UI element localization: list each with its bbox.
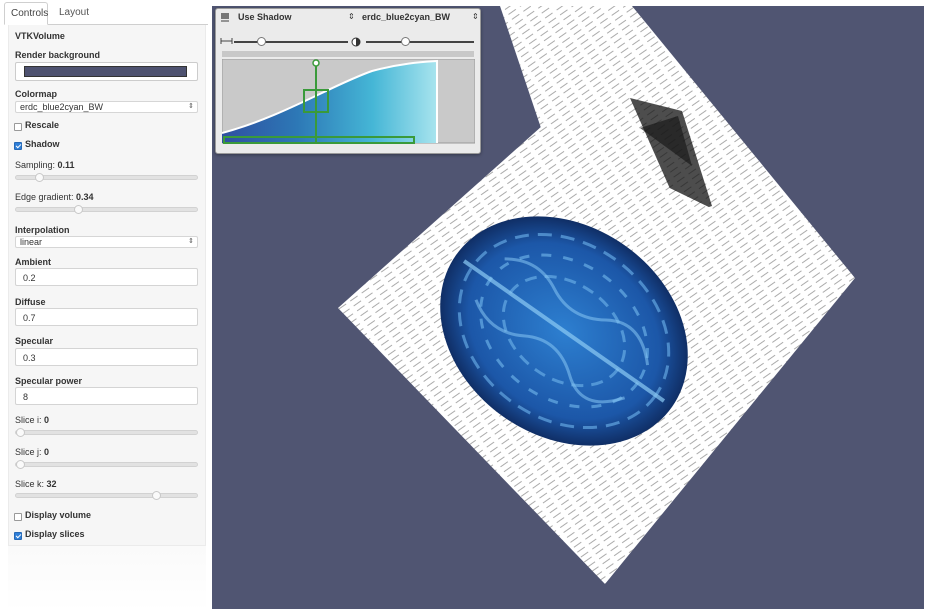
edge-gradient-label: Edge gradient: 0.34 <box>15 192 94 202</box>
tab-bar: Controls Layout <box>4 2 208 26</box>
contrast-icon[interactable] <box>351 37 361 47</box>
shadow-mode-select[interactable]: Use Shadow <box>238 12 292 22</box>
controls-panel: VTKVolume Render background Colormap erd… <box>8 25 206 546</box>
slice-k-label: Slice k: 32 <box>15 479 57 489</box>
select-arrows-icon: ⇕ <box>188 103 194 110</box>
colormap-value: erdc_blue2cyan_BW <box>20 102 104 112</box>
rescale-checkbox[interactable] <box>14 123 22 131</box>
opacity-editor[interactable] <box>222 59 475 147</box>
slider-handle[interactable] <box>16 460 25 469</box>
slider-handle[interactable] <box>74 205 83 214</box>
display-slices-label: Display slices <box>25 529 85 539</box>
sampling-label: Sampling: 0.11 <box>15 160 75 170</box>
interpolation-label: Interpolation <box>15 225 70 235</box>
specular-power-label: Specular power <box>15 376 83 386</box>
histogram-bar <box>222 51 474 57</box>
edge-gradient-value: 0.34 <box>76 192 94 202</box>
control-point-handle[interactable] <box>312 59 320 67</box>
select-arrows-icon[interactable]: ⇕ <box>472 12 479 21</box>
slider-handle[interactable] <box>16 428 25 437</box>
specular-power-input[interactable]: 8 <box>15 387 198 405</box>
shadow-label: Shadow <box>25 139 60 149</box>
interpolation-select[interactable]: linear ⇕ <box>15 236 198 248</box>
preset-select[interactable]: erdc_blue2cyan_BW <box>362 12 450 22</box>
slice-i-label: Slice i: 0 <box>15 415 50 425</box>
slider-handle[interactable] <box>35 173 44 182</box>
colormap-label: Colormap <box>15 89 58 99</box>
panel-title: VTKVolume <box>15 31 65 41</box>
display-slices-checkbox[interactable] <box>14 532 22 540</box>
shadow-checkbox[interactable] <box>14 142 22 150</box>
edge-gradient-slider[interactable] <box>15 205 198 214</box>
tab-layout[interactable]: Layout <box>53 2 93 25</box>
slice-j-slider[interactable] <box>15 460 198 469</box>
diffuse-input[interactable]: 0.7 <box>15 308 198 326</box>
colormap-select[interactable]: erdc_blue2cyan_BW ⇕ <box>15 101 198 113</box>
slider-handle[interactable] <box>257 37 266 46</box>
diffuse-label: Diffuse <box>15 297 46 307</box>
slider-handle[interactable] <box>152 491 161 500</box>
shadow-icon[interactable] <box>220 12 230 22</box>
slice-i-value: 0 <box>44 415 50 425</box>
slice-i-slider[interactable] <box>15 428 198 437</box>
sampling-slider[interactable] <box>15 173 198 182</box>
color-swatch <box>24 66 187 77</box>
select-arrows-icon: ⇕ <box>188 238 194 245</box>
interpolation-value: linear <box>20 237 43 247</box>
rescale-label: Rescale <box>25 120 60 130</box>
render-background-picker[interactable] <box>15 62 198 81</box>
display-volume-checkbox[interactable] <box>14 513 22 521</box>
specular-input[interactable]: 0.3 <box>15 348 198 366</box>
spacing-icon <box>220 38 233 44</box>
display-volume-label: Display volume <box>25 510 92 520</box>
slice-j-label: Slice j: 0 <box>15 447 50 457</box>
range-slider-a[interactable] <box>234 37 348 46</box>
tab-controls[interactable]: Controls <box>4 2 48 25</box>
slider-handle[interactable] <box>401 37 410 46</box>
ambient-label: Ambient <box>15 257 51 267</box>
specular-label: Specular <box>15 336 54 346</box>
select-arrows-icon[interactable]: ⇕ <box>348 12 355 21</box>
slice-k-value: 32 <box>46 479 57 489</box>
transfer-function-widget: Use Shadow ⇕ erdc_blue2cyan_BW ⇕ <box>215 8 481 154</box>
range-slider-b[interactable] <box>366 37 474 46</box>
slice-k-slider[interactable] <box>15 491 198 500</box>
render-background-label: Render background <box>15 50 101 60</box>
panel-footer <box>8 546 206 612</box>
sampling-value: 0.11 <box>57 160 75 170</box>
ambient-input[interactable]: 0.2 <box>15 268 198 286</box>
slice-j-value: 0 <box>44 447 50 457</box>
